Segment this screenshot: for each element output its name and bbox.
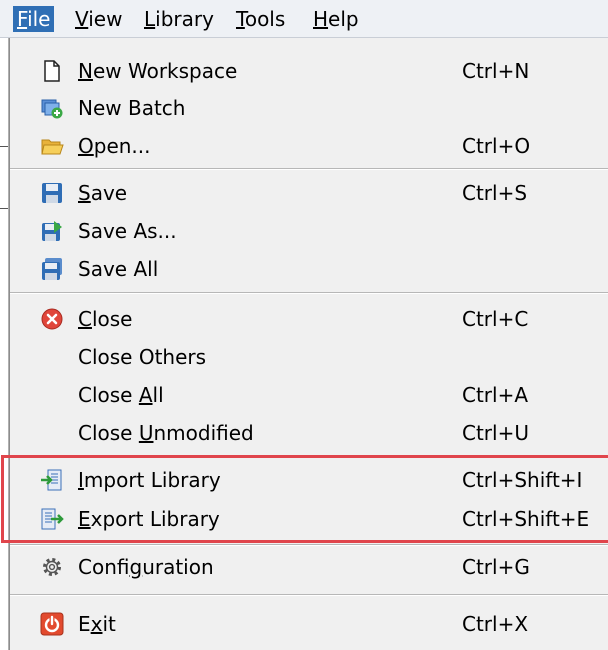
gear-icon xyxy=(40,555,64,579)
menubar-library[interactable]: Library xyxy=(140,6,218,32)
menu-item-exit[interactable]: Exit Ctrl+X xyxy=(10,605,608,643)
menu-item-shortcut: Ctrl+O xyxy=(462,134,531,158)
menu-item-new-workspace[interactable]: New Workspace Ctrl+N xyxy=(10,52,608,90)
menu-separator xyxy=(10,544,608,546)
menu-item-shortcut: Ctrl+N xyxy=(462,59,530,83)
menu-item-close[interactable]: Close Ctrl+C xyxy=(10,300,608,338)
menubar-help[interactable]: Help xyxy=(309,6,363,32)
menu-item-label: Save As... xyxy=(78,219,177,243)
menu-item-shortcut: Ctrl+Shift+I xyxy=(462,468,583,492)
menu-item-label: Close xyxy=(78,307,133,331)
menu-item-close-others[interactable]: Close Others xyxy=(10,338,608,376)
menu-item-save-as[interactable]: Save As... xyxy=(10,212,608,250)
menu-item-close-all[interactable]: Close All Ctrl+A xyxy=(10,376,608,414)
menu-item-shortcut: Ctrl+C xyxy=(462,307,529,331)
menu-item-label: Import Library xyxy=(78,468,221,492)
menubar-view[interactable]: View xyxy=(71,6,126,32)
new-batch-icon xyxy=(40,96,64,120)
export-icon xyxy=(40,507,64,531)
menu-separator xyxy=(10,594,608,596)
menu-item-label: Export Library xyxy=(78,507,220,531)
menu-item-label: Save xyxy=(78,181,128,205)
file-menu-dropdown: New Workspace Ctrl+N New Batch Open... C… xyxy=(9,38,608,650)
save-as-icon xyxy=(40,219,64,243)
menu-item-label: Configuration xyxy=(78,555,214,579)
menu-item-shortcut: Ctrl+U xyxy=(462,421,529,445)
menu-item-shortcut: Ctrl+S xyxy=(462,181,528,205)
menu-item-label: Close All xyxy=(78,383,164,407)
save-all-icon xyxy=(40,257,64,281)
menu-bar: File View Library Tools Help xyxy=(0,0,608,38)
import-icon xyxy=(40,468,64,492)
menu-item-label: Exit xyxy=(78,612,116,636)
menu-item-shortcut: Ctrl+A xyxy=(462,383,529,407)
floppy-disk-icon xyxy=(40,181,64,205)
menu-item-configuration[interactable]: Configuration Ctrl+G xyxy=(10,548,608,586)
menu-separator xyxy=(10,168,608,170)
menubar-tools[interactable]: Tools xyxy=(232,6,289,32)
menu-item-save-all[interactable]: Save All xyxy=(10,250,608,288)
menu-item-export-library[interactable]: Export Library Ctrl+Shift+E xyxy=(10,500,608,538)
menu-item-import-library[interactable]: Import Library Ctrl+Shift+I xyxy=(10,461,608,499)
menu-item-new-batch[interactable]: New Batch xyxy=(10,89,608,127)
menu-item-label: Open... xyxy=(78,134,151,158)
power-icon xyxy=(40,612,64,636)
menu-item-close-unmodified[interactable]: Close Unmodified Ctrl+U xyxy=(10,414,608,452)
menu-separator xyxy=(10,455,608,457)
background-tick xyxy=(0,146,8,147)
menu-item-shortcut: Ctrl+Shift+E xyxy=(462,507,590,531)
menu-item-label: New Workspace xyxy=(78,59,238,83)
menu-item-shortcut: Ctrl+X xyxy=(462,612,529,636)
close-red-icon xyxy=(40,307,64,331)
background-tick xyxy=(0,208,8,209)
menu-item-label: New Batch xyxy=(78,96,186,120)
menubar-file[interactable]: File xyxy=(13,6,55,32)
menu-item-label: Close Others xyxy=(78,345,207,369)
menu-item-save[interactable]: Save Ctrl+S xyxy=(10,174,608,212)
new-document-icon xyxy=(40,59,64,83)
menu-item-label: Close Unmodified xyxy=(78,421,254,445)
background-window-edge xyxy=(0,38,9,650)
menu-separator xyxy=(10,292,608,294)
menu-item-label: Save All xyxy=(78,257,159,281)
folder-open-icon xyxy=(40,134,64,158)
menu-item-open[interactable]: Open... Ctrl+O xyxy=(10,127,608,165)
menu-item-shortcut: Ctrl+G xyxy=(462,555,530,579)
